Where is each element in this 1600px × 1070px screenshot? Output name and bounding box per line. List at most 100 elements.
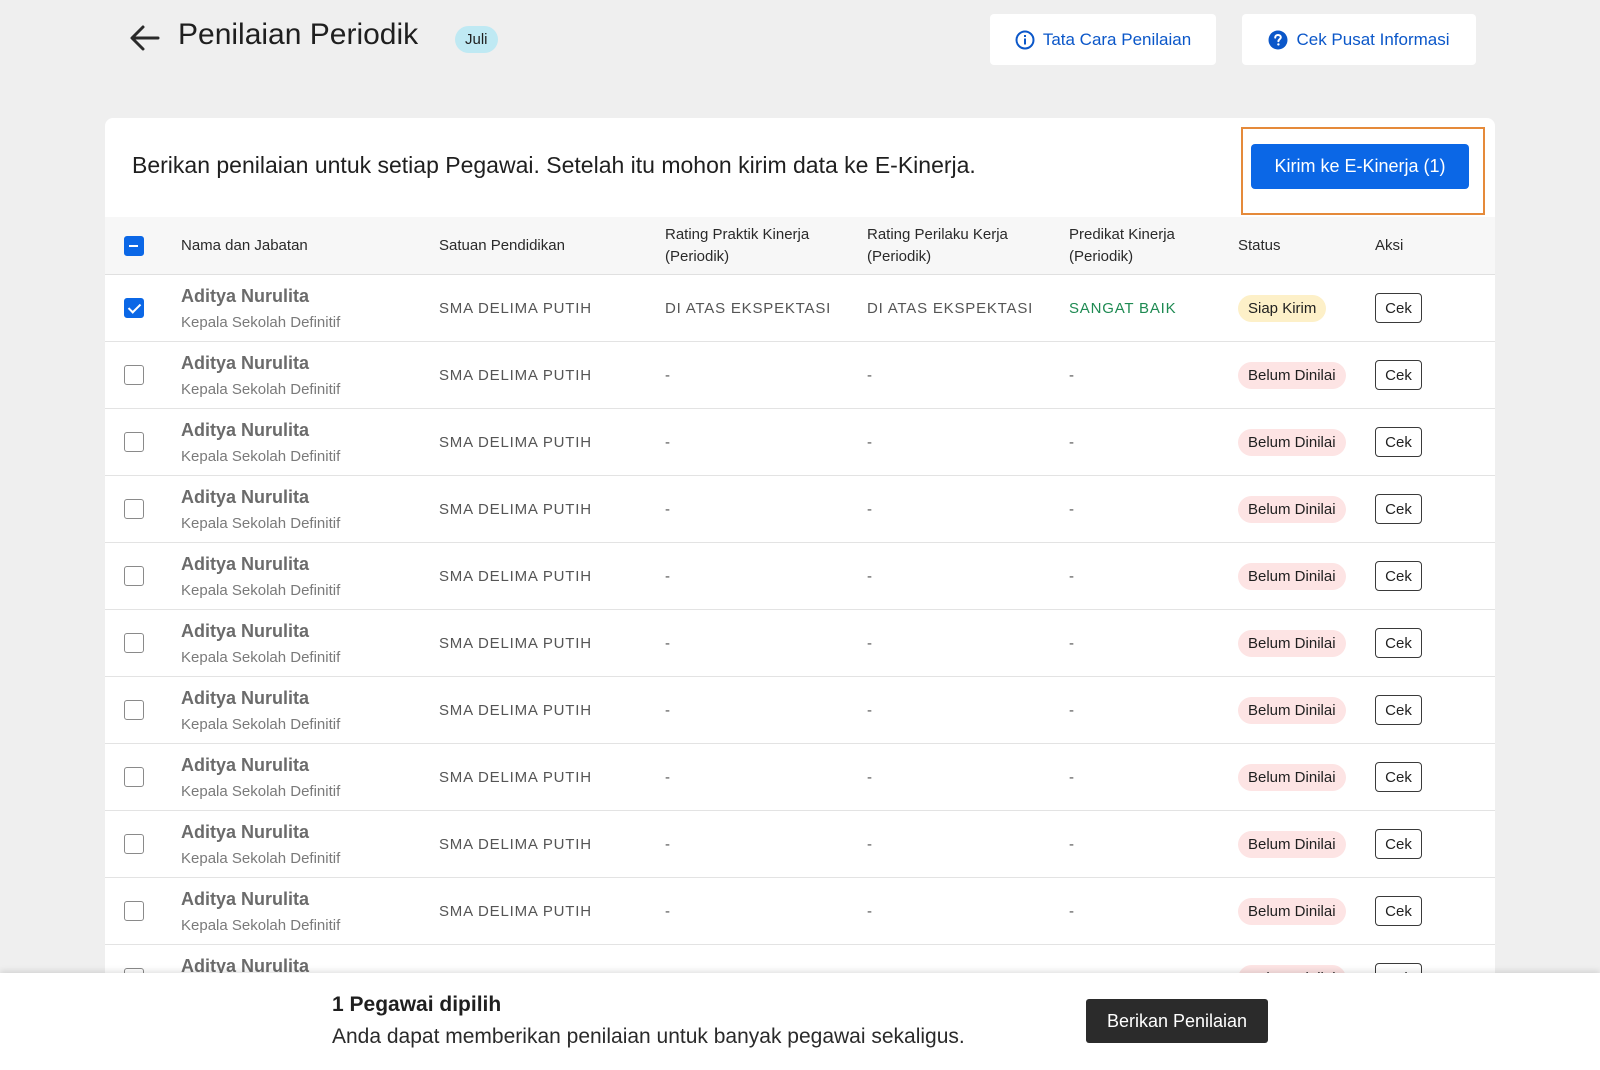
rating-perilaku-cell: - [867, 366, 873, 384]
name-cell: Aditya Nurulita Kepala Sekolah Definitif [181, 878, 340, 944]
col-rating-perilaku-line2: (Periodik) [867, 248, 932, 265]
school-cell: SMA DELIMA PUTIH [439, 500, 592, 518]
action-cell: Cek [1375, 878, 1422, 944]
row-checkbox[interactable] [124, 298, 144, 318]
row-checkbox[interactable] [124, 834, 144, 854]
back-button[interactable] [127, 20, 163, 56]
action-cell: Cek [1375, 409, 1422, 475]
info-circle-icon [1015, 30, 1035, 49]
row-checkbox[interactable] [124, 432, 144, 452]
status-cell: Belum Dinilai [1238, 342, 1346, 408]
cek-button[interactable]: Cek [1375, 695, 1422, 725]
name-cell: Aditya Nurulita Kepala Sekolah Definitif [181, 543, 340, 609]
row-checkbox[interactable] [124, 499, 144, 519]
status-badge: Belum Dinilai [1238, 897, 1346, 925]
school-cell: SMA DELIMA PUTIH [439, 433, 592, 451]
status-badge: Belum Dinilai [1238, 830, 1346, 858]
cek-button[interactable]: Cek [1375, 896, 1422, 926]
school-cell: SMA DELIMA PUTIH [439, 835, 592, 853]
employee-name: Aditya Nurulita [181, 687, 310, 708]
cek-button[interactable]: Cek [1375, 293, 1422, 323]
col-status: Status [1238, 237, 1281, 254]
cek-pusat-label: Cek Pusat Informasi [1296, 29, 1450, 49]
cek-button[interactable]: Cek [1375, 829, 1422, 859]
table-row: Aditya Nurulita Kepala Sekolah Definitif S… [105, 275, 1495, 342]
row-checkbox[interactable] [124, 633, 144, 653]
row-checkbox[interactable] [124, 901, 144, 921]
row-checkbox[interactable] [124, 700, 144, 720]
employee-name: Aditya Nurulita [181, 888, 310, 909]
table-row: Aditya Nurulita Kepala Sekolah Definitif S… [105, 476, 1495, 543]
card-header: Berikan penilaian untuk setiap Pegawai. … [105, 118, 1495, 217]
table-row: Aditya Nurulita Kepala Sekolah Definitif S… [105, 342, 1495, 409]
rating-perilaku-cell: - [867, 567, 873, 585]
employee-role: Kepala Sekolah Definitif [181, 916, 341, 934]
select-all-checkbox[interactable] [124, 236, 144, 256]
rating-praktik-cell: - [665, 835, 671, 853]
assessment-card: Berikan penilaian untuk setiap Pegawai. … [105, 118, 1495, 1070]
kirim-e-kinerja-button[interactable]: Kirim ke E-Kinerja (1) [1251, 144, 1469, 189]
row-checkbox-cell [124, 878, 144, 944]
row-checkbox-cell [124, 543, 144, 609]
status-cell: Belum Dinilai [1238, 543, 1346, 609]
cek-pusat-informasi-button[interactable]: Cek Pusat Informasi [1242, 14, 1476, 65]
table-row: Aditya Nurulita Kepala Sekolah Definitif S… [105, 811, 1495, 878]
rating-perilaku-cell: - [867, 835, 873, 853]
status-badge: Belum Dinilai [1238, 495, 1346, 523]
row-checkbox-cell [124, 342, 144, 408]
employee-role: Kepala Sekolah Definitif [181, 782, 341, 800]
cek-button[interactable]: Cek [1375, 628, 1422, 658]
action-cell: Cek [1375, 476, 1422, 542]
table-header: Nama dan Jabatan Satuan Pendidikan Ratin… [105, 217, 1495, 275]
action-cell: Cek [1375, 744, 1422, 810]
predikat-cell: - [1069, 701, 1075, 719]
status-badge: Belum Dinilai [1238, 361, 1346, 389]
cek-button[interactable]: Cek [1375, 427, 1422, 457]
tata-cara-penilaian-button[interactable]: Tata Cara Penilaian [990, 14, 1216, 65]
rating-perilaku-cell: - [867, 433, 873, 451]
employee-name: Aditya Nurulita [181, 486, 310, 507]
employee-name: Aditya Nurulita [181, 285, 310, 306]
action-cell: Cek [1375, 275, 1422, 341]
predikat-cell: - [1069, 433, 1075, 451]
table-body: Aditya Nurulita Kepala Sekolah Definitif S… [105, 275, 1495, 1012]
rating-perilaku-cell: - [867, 701, 873, 719]
rating-praktik-cell: - [665, 433, 671, 451]
employee-name: Aditya Nurulita [181, 620, 310, 641]
selected-description: Anda dapat memberikan penilaian untuk ba… [332, 1025, 965, 1048]
rating-perilaku-cell: - [867, 768, 873, 786]
page-title: Penilaian Periodik [178, 18, 419, 51]
employee-name: Aditya Nurulita [181, 352, 310, 373]
action-cell: Cek [1375, 543, 1422, 609]
row-checkbox-cell [124, 744, 144, 810]
cek-button[interactable]: Cek [1375, 561, 1422, 591]
selection-bar: 1 Pegawai dipilih Anda dapat memberikan … [0, 973, 1600, 1070]
action-cell: Cek [1375, 677, 1422, 743]
name-cell: Aditya Nurulita Kepala Sekolah Definitif [181, 811, 340, 877]
cek-button[interactable]: Cek [1375, 494, 1422, 524]
col-predikat-line1: Predikat Kinerja [1069, 226, 1175, 243]
status-cell: Siap Kirim [1238, 275, 1327, 341]
predikat-cell: - [1069, 835, 1075, 853]
employee-role: Kepala Sekolah Definitif [181, 380, 341, 398]
cek-button[interactable]: Cek [1375, 360, 1422, 390]
col-rating-perilaku-line1: Rating Perilaku Kerja [867, 226, 1008, 243]
cek-button[interactable]: Cek [1375, 762, 1422, 792]
rating-perilaku-cell: - [867, 634, 873, 652]
school-cell: SMA DELIMA PUTIH [439, 567, 592, 585]
action-cell: Cek [1375, 342, 1422, 408]
row-checkbox[interactable] [124, 566, 144, 586]
rating-praktik-cell: - [665, 500, 671, 518]
table-row: Aditya Nurulita Kepala Sekolah Definitif S… [105, 744, 1495, 811]
row-checkbox[interactable] [124, 365, 144, 385]
name-cell: Aditya Nurulita Kepala Sekolah Definitif [181, 275, 340, 341]
question-circle-icon [1268, 30, 1288, 49]
col-satuan: Satuan Pendidikan [439, 237, 565, 254]
berikan-penilaian-button[interactable]: Berikan Penilaian [1086, 999, 1268, 1043]
table-row: Aditya Nurulita Kepala Sekolah Definitif S… [105, 878, 1495, 945]
table-row: Aditya Nurulita Kepala Sekolah Definitif S… [105, 677, 1495, 744]
status-badge: Belum Dinilai [1238, 428, 1346, 456]
status-cell: Belum Dinilai [1238, 677, 1346, 743]
status-cell: Belum Dinilai [1238, 409, 1346, 475]
row-checkbox[interactable] [124, 767, 144, 787]
